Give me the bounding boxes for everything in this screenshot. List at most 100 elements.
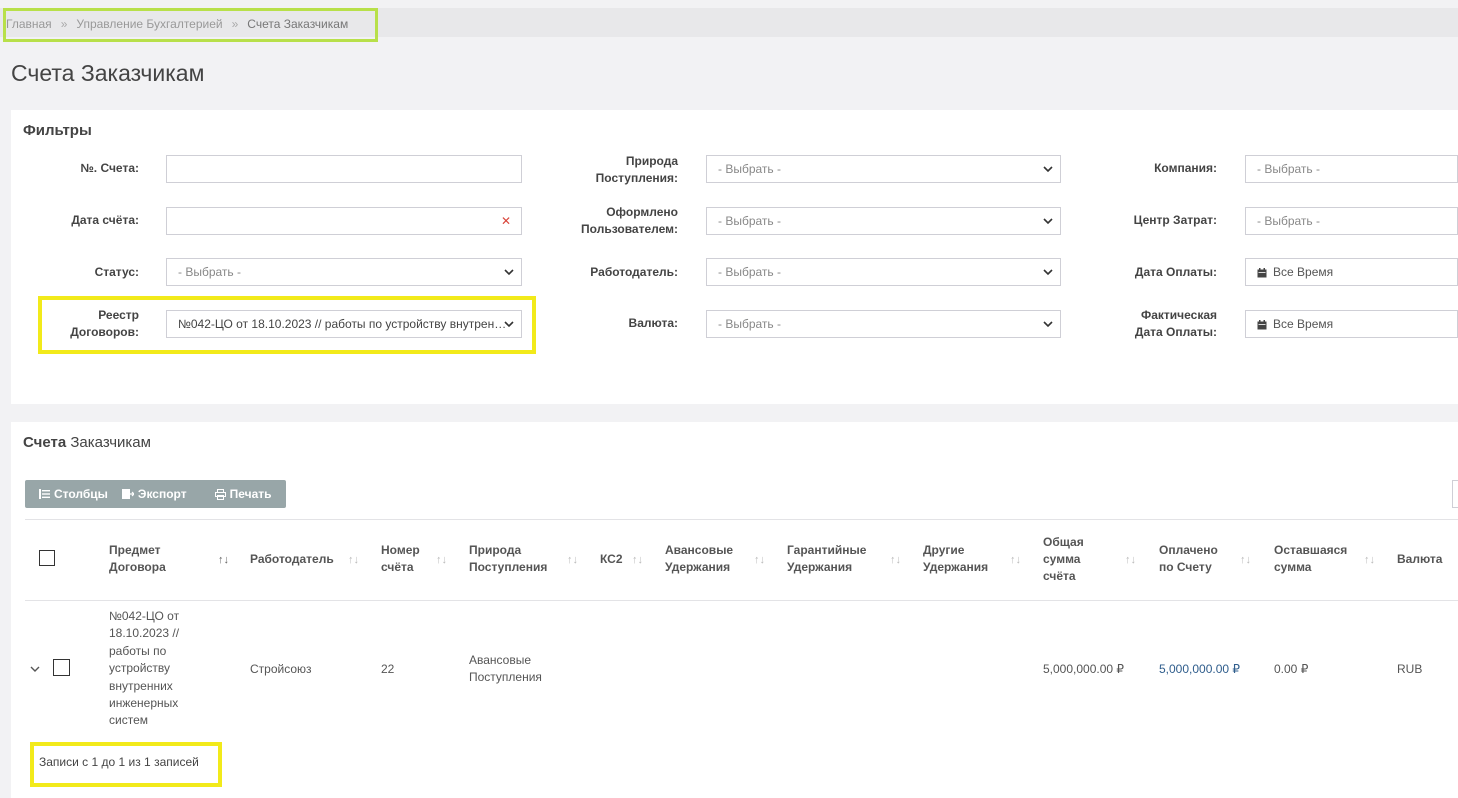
- status-select-value: - Выбрать -: [178, 265, 241, 279]
- col-header-total-line1: Общая: [1043, 535, 1084, 549]
- sort-icon[interactable]: ↑↓: [754, 554, 765, 566]
- col-header-number[interactable]: Номер счёта: [381, 542, 420, 576]
- col-header-nature[interactable]: Природа Поступления: [469, 542, 547, 576]
- employer-select[interactable]: - Выбрать -: [706, 258, 1061, 286]
- print-button[interactable]: Печать: [201, 480, 286, 508]
- col-header-subject-line2: Договора: [109, 560, 166, 574]
- sort-icon[interactable]: ↑↓: [348, 554, 359, 566]
- col-header-ks2-line1: КС2: [600, 552, 623, 566]
- col-header-nature-line2: Поступления: [469, 560, 548, 574]
- sort-icon[interactable]: ↑↓: [436, 554, 447, 566]
- col-header-remaining-line2: сумма: [1274, 560, 1312, 574]
- col-header-total[interactable]: Общая сумма счёта: [1043, 534, 1084, 585]
- col-header-remaining[interactable]: Оставшаяся сумма: [1274, 542, 1347, 576]
- table-heading-bold: Счета: [23, 434, 67, 451]
- row-checkbox[interactable]: [53, 659, 70, 676]
- actual-payment-date-value: Все Время: [1273, 317, 1334, 331]
- col-header-ks2[interactable]: КС2: [600, 551, 623, 568]
- sort-icon[interactable]: ↑↓: [632, 554, 643, 566]
- col-header-other-line2: Удержания: [923, 560, 989, 574]
- company-select[interactable]: - Выбрать -: [1245, 155, 1458, 183]
- status-select[interactable]: - Выбрать -: [166, 258, 522, 286]
- income-nature-label-line2: Поступления:: [595, 171, 678, 185]
- employer-label: Работодатель:: [590, 265, 678, 279]
- col-header-subject-line1: Предмет: [109, 543, 161, 557]
- col-header-total-line3: счёта: [1043, 569, 1076, 583]
- export-button[interactable]: Экспорт: [121, 480, 201, 508]
- col-header-nature-line1: Природа: [469, 543, 522, 557]
- payment-date-value: Все Время: [1273, 265, 1334, 279]
- cost-center-select-value: - Выбрать -: [1257, 214, 1320, 228]
- table-toolbar: Столбцы Экспорт Печать: [25, 480, 286, 508]
- currency-select[interactable]: - Выбрать -: [706, 310, 1061, 338]
- cell-nature: Авансовые Поступления: [469, 652, 542, 687]
- export-button-label: Экспорт: [137, 487, 187, 501]
- col-header-paid-line2: по Счету: [1159, 560, 1212, 574]
- col-header-remaining-line1: Оставшаяся: [1274, 543, 1348, 557]
- col-header-advance[interactable]: Авансовые Удержания: [665, 542, 733, 576]
- calendar-icon: [1257, 267, 1267, 278]
- col-header-employer-line1: Работодатель: [250, 552, 334, 566]
- page-title: Счета Заказчикам: [11, 60, 205, 86]
- cell-number: 22: [381, 662, 395, 676]
- chevron-down-icon: [1042, 163, 1054, 175]
- sort-icon[interactable]: ↑↓: [1364, 554, 1375, 566]
- income-nature-label: Природа Поступления:: [560, 153, 678, 187]
- created-by-label-line1: Оформлено: [606, 205, 678, 219]
- cell-total: 5,000,000.00 ₽: [1043, 662, 1125, 676]
- income-nature-select[interactable]: - Выбрать -: [706, 155, 1061, 183]
- sort-icon[interactable]: ↑↓: [1010, 554, 1021, 566]
- created-by-select[interactable]: - Выбрать -: [706, 207, 1061, 235]
- col-header-guarantee-line2: Удержания: [787, 560, 853, 574]
- table-heading-rest: Заказчикам: [70, 434, 151, 451]
- cell-paid-link[interactable]: 5,000,000.00 ₽: [1159, 661, 1240, 678]
- columns-button-label: Столбцы: [54, 487, 108, 501]
- sort-icon[interactable]: ↑↓: [218, 554, 229, 566]
- created-by-select-value: - Выбрать -: [718, 214, 781, 228]
- col-header-total-line2: сумма: [1043, 552, 1081, 566]
- header-divider: [25, 600, 1458, 601]
- table-heading: Счета Заказчикам: [23, 434, 151, 451]
- calendar-icon: [1257, 319, 1267, 330]
- col-header-currency[interactable]: Валюта: [1397, 551, 1442, 568]
- sort-icon[interactable]: ↑↓: [1125, 554, 1136, 566]
- company-select-value: - Выбрать -: [1257, 162, 1320, 176]
- col-header-subject[interactable]: Предмет Договора: [109, 542, 166, 576]
- col-header-guarantee[interactable]: Гарантийные Удержания: [787, 542, 866, 576]
- cell-subject-line: работы по: [109, 643, 167, 658]
- chevron-down-icon: [503, 266, 515, 278]
- payment-date-range[interactable]: Все Время: [1245, 258, 1458, 286]
- invoice-date-label: Дата счёта:: [71, 213, 139, 227]
- cell-subject-line: инженерных: [109, 696, 179, 711]
- cost-center-select[interactable]: - Выбрать -: [1245, 207, 1458, 235]
- columns-icon: [39, 489, 50, 499]
- invoice-date-input[interactable]: ✕: [166, 207, 522, 235]
- col-header-number-line1: Номер: [381, 543, 420, 557]
- sort-icon[interactable]: ↑↓: [567, 554, 578, 566]
- filters-heading: Фильтры: [23, 122, 92, 139]
- cell-subject-line: 18.10.2023 //: [109, 626, 180, 641]
- columns-button[interactable]: Столбцы: [25, 480, 122, 508]
- col-header-employer[interactable]: Работодатель: [250, 551, 334, 568]
- invoice-no-input[interactable]: [166, 155, 522, 183]
- table-search-input[interactable]: [1452, 480, 1458, 508]
- table-panel: [11, 422, 1458, 798]
- actual-payment-date-range[interactable]: Все Время: [1245, 310, 1458, 338]
- col-header-paid[interactable]: Оплачено по Счету: [1159, 542, 1218, 576]
- created-by-label-line2: Пользователем:: [581, 222, 678, 236]
- col-header-other[interactable]: Другие Удержания: [923, 542, 988, 576]
- cell-nature-line: Авансовые: [469, 653, 532, 667]
- col-header-other-line1: Другие: [923, 543, 965, 557]
- cell-employer: Стройсоюз: [250, 662, 312, 676]
- chevron-down-icon: [1042, 215, 1054, 227]
- cell-currency: RUB: [1397, 662, 1423, 676]
- clear-icon[interactable]: ✕: [501, 214, 511, 228]
- chevron-down-icon[interactable]: [29, 662, 41, 680]
- highlight-table-info: [30, 742, 222, 787]
- cell-subject: №042-ЦО от 18.10.2023 // работы по устро…: [109, 608, 179, 730]
- select-all-checkbox[interactable]: [39, 550, 55, 566]
- sort-icon[interactable]: ↑↓: [1240, 554, 1251, 566]
- cell-subject-line: №042-ЦО от: [109, 609, 180, 623]
- sort-icon[interactable]: ↑↓: [890, 554, 901, 566]
- payment-date-label: Дата Оплаты:: [1134, 265, 1217, 279]
